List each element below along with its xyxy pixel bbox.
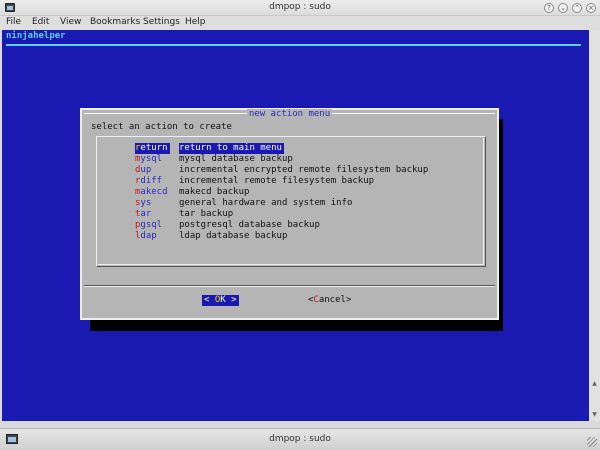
item-description: mysql database backup: [179, 154, 293, 164]
item-description: tar backup: [179, 209, 234, 219]
item-tag: pgsql: [135, 220, 162, 231]
ok-bracket-close: >: [231, 295, 237, 305]
cancel-bracket-close: >: [345, 295, 352, 305]
ok-button[interactable]: < OK >: [202, 295, 239, 306]
item-tag-rest: ar: [140, 209, 152, 219]
scroll-down-icon[interactable]: ▼: [591, 411, 598, 419]
task-title[interactable]: dmpop : sudo: [0, 434, 600, 444]
terminal-area[interactable]: ninjahelper new action menu select an ac…: [2, 30, 589, 421]
item-tag: tar: [135, 209, 151, 220]
close-icon[interactable]: ×: [586, 3, 596, 13]
cancel-button[interactable]: <Cancel>: [308, 295, 351, 306]
menu-bookmarks[interactable]: Bookmarks: [90, 17, 140, 27]
app-title: ninjahelper: [6, 31, 66, 41]
item-description: return to main menu: [179, 143, 284, 154]
item-tag-rest: ysql: [140, 154, 163, 164]
cancel-label-rest: ancel: [318, 295, 346, 305]
item-description: makecd backup: [179, 187, 250, 197]
minimize-icon[interactable]: ⌄: [558, 3, 568, 13]
item-tag-rest: up: [140, 165, 152, 175]
item-tag: dup: [135, 165, 151, 176]
item-description: general hardware and system info: [179, 198, 353, 208]
menu-edit[interactable]: Edit: [32, 17, 49, 27]
taskbar: dmpop : sudo: [0, 428, 600, 450]
item-tag-rest: eturn: [140, 143, 168, 153]
title-underline: [6, 44, 581, 46]
menu-help[interactable]: Help: [185, 17, 206, 27]
action-list: return return to main menu mysql mysql d…: [96, 136, 486, 267]
item-description: incremental encrypted remote filesystem …: [179, 165, 429, 175]
maximize-icon[interactable]: ⌃: [572, 3, 582, 13]
item-tag: makecd: [135, 187, 168, 198]
item-tag: ldap: [135, 231, 157, 242]
ok-bracket-open: <: [204, 295, 210, 305]
terminal-scrollbar[interactable]: ▲ ▼: [589, 30, 600, 421]
menu-file[interactable]: File: [6, 17, 21, 27]
item-description: postgresql database backup: [179, 220, 320, 230]
menubar: File Edit View Bookmarks Settings Help: [0, 16, 600, 30]
dialog-title-text: new action menu: [246, 109, 333, 119]
item-tag: return: [135, 143, 170, 154]
button-separator-highlight: [84, 286, 495, 287]
item-description: incremental remote filesystem backup: [179, 176, 375, 186]
menu-settings[interactable]: Settings: [143, 17, 180, 27]
item-tag-rest: gsql: [140, 220, 163, 230]
item-tag: sys: [135, 198, 151, 209]
item-tag: mysql: [135, 154, 162, 165]
dialog-title: new action menu: [82, 109, 497, 119]
item-tag-rest: diff: [140, 176, 163, 186]
item-tag-rest: akecd: [140, 187, 168, 197]
window-titlebar[interactable]: dmpop : sudo ? ⌄ ⌃ ×: [0, 0, 600, 16]
help-icon[interactable]: ?: [544, 3, 554, 13]
item-tag: rdiff: [135, 176, 162, 187]
scroll-up-icon[interactable]: ▲: [591, 380, 598, 388]
dialog-prompt: select an action to create: [91, 122, 232, 132]
item-tag-rest: dap: [140, 231, 157, 241]
ok-label-rest: K: [220, 295, 226, 305]
menu-view[interactable]: View: [60, 17, 81, 27]
item-tag-rest: ys: [140, 198, 152, 208]
window-title: dmpop : sudo: [269, 2, 331, 12]
new-action-dialog: new action menu select an action to crea…: [80, 108, 499, 320]
item-description: ldap database backup: [179, 231, 288, 241]
resize-grip-icon[interactable]: [587, 437, 597, 447]
